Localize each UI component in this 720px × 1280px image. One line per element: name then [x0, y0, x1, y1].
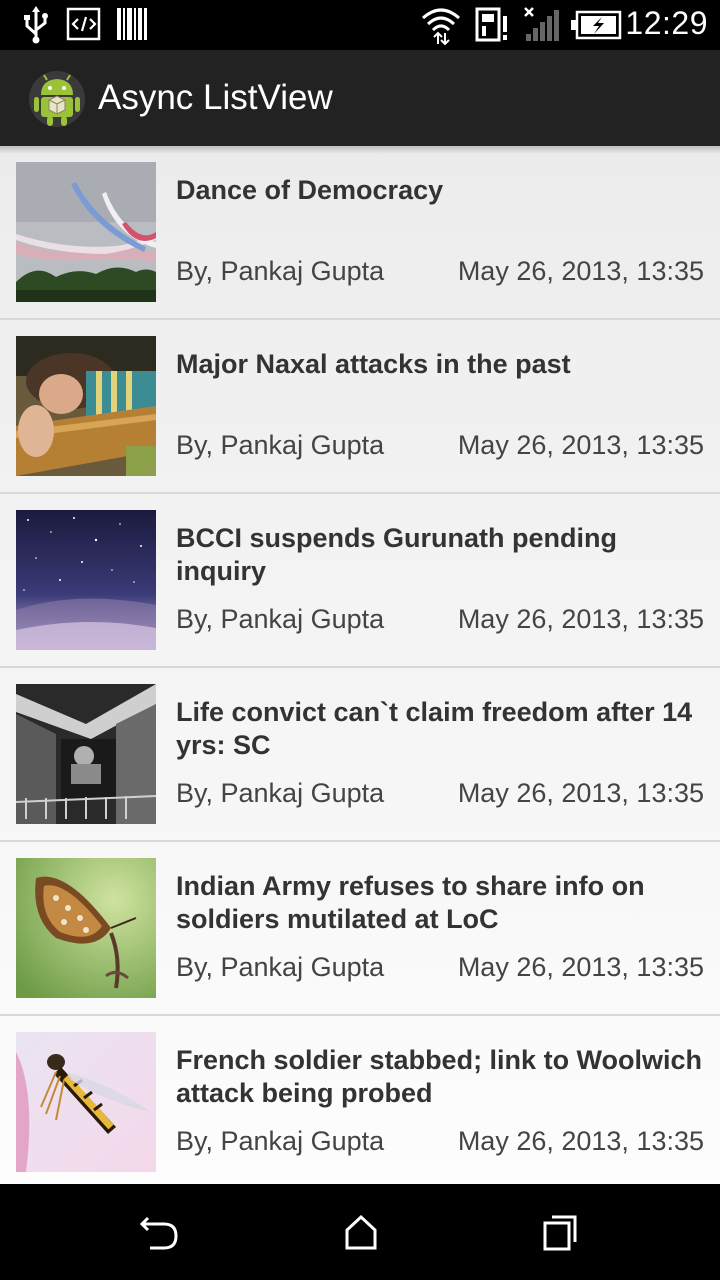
article-date: May 26, 2013, 13:35: [457, 952, 704, 982]
list-item[interactable]: Major Naxal attacks in the past By, Pank…: [0, 320, 720, 494]
article-date: May 26, 2013, 13:35: [457, 430, 704, 460]
action-bar: Async ListView: [0, 50, 720, 146]
article-date: May 26, 2013, 13:35: [457, 1126, 704, 1156]
thumbnail-air-show-jets: [16, 162, 156, 302]
sd-card-alert-icon: [474, 6, 512, 49]
list-item[interactable]: Life convict can`t claim freedom after 1…: [0, 668, 720, 842]
list-item[interactable]: French soldier stabbed; link to Woolwich…: [0, 1016, 720, 1184]
article-title: BCCI suspends Gurunath pending inquiry: [176, 523, 618, 586]
battery-charging-icon: [570, 10, 622, 45]
thumbnail-girl-lying-on-log: [16, 336, 156, 476]
thumbnail-night-starry-sky: [16, 510, 156, 650]
usb-icon: [20, 6, 52, 49]
article-title: Indian Army refuses to share info on sol…: [176, 871, 645, 934]
article-author: By, Pankaj Gupta: [176, 256, 385, 286]
article-title: Major Naxal attacks in the past: [176, 349, 571, 379]
recent-apps-icon[interactable]: [536, 1212, 586, 1252]
thumbnail-old-man-window-bw: [16, 684, 156, 824]
article-title: Life convict can`t claim freedom after 1…: [176, 697, 693, 760]
app-title: Async ListView: [98, 78, 333, 117]
article-date: May 26, 2013, 13:35: [457, 778, 704, 808]
thumbnail-hoverfly-insect: [16, 1032, 156, 1172]
wifi-icon: [420, 6, 462, 51]
back-icon[interactable]: [136, 1212, 186, 1252]
list-item[interactable]: Dance of Democracy By, Pankaj Gupta May …: [0, 146, 720, 320]
status-time: 12:29: [625, 5, 708, 41]
navigation-bar: [0, 1184, 720, 1280]
android-app-icon[interactable]: [28, 68, 86, 130]
article-date: May 26, 2013, 13:35: [457, 604, 704, 634]
home-icon[interactable]: [336, 1212, 386, 1252]
article-title: Dance of Democracy: [176, 175, 444, 205]
barcode-icon: [116, 6, 148, 47]
status-bar: 12:29: [0, 0, 720, 50]
signal-no-service-icon: [522, 6, 560, 49]
article-title: French soldier stabbed; link to Woolwich…: [176, 1045, 703, 1108]
news-list[interactable]: Dance of Democracy By, Pankaj Gupta May …: [0, 146, 720, 1184]
list-item[interactable]: BCCI suspends Gurunath pending inquiry B…: [0, 494, 720, 668]
article-author: By, Pankaj Gupta: [176, 1126, 385, 1156]
article-author: By, Pankaj Gupta: [176, 430, 385, 460]
article-author: By, Pankaj Gupta: [176, 778, 385, 808]
article-author: By, Pankaj Gupta: [176, 952, 385, 982]
article-date: May 26, 2013, 13:35: [457, 256, 704, 286]
developer-code-icon: [66, 6, 102, 47]
list-item[interactable]: Indian Army refuses to share info on sol…: [0, 842, 720, 1016]
thumbnail-butterfly-on-stem: [16, 858, 156, 998]
article-author: By, Pankaj Gupta: [176, 604, 385, 634]
